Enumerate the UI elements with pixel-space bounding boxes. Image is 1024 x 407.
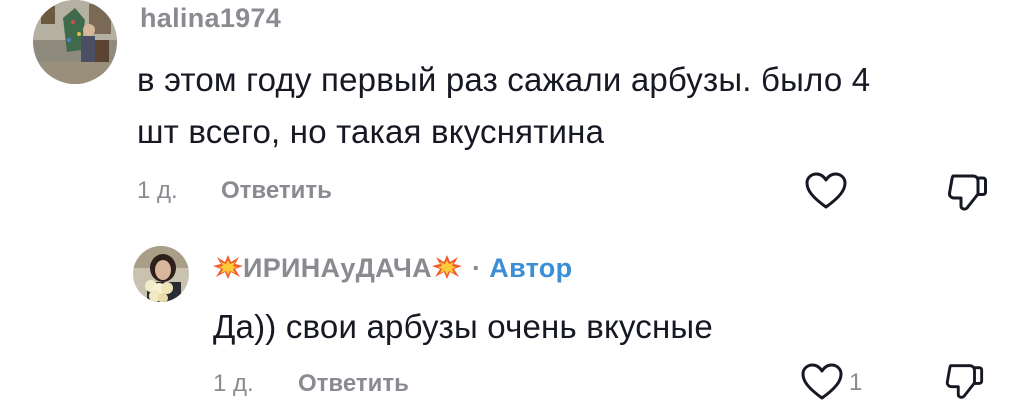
username[interactable]: ИРИНАуДАЧА xyxy=(243,253,432,283)
collision-emoji-icon xyxy=(431,255,462,279)
comment-timestamp: 1 д. xyxy=(213,370,254,397)
thumbs-down-outline-icon xyxy=(945,364,984,399)
dislike-button[interactable] xyxy=(945,170,989,214)
like-button[interactable] xyxy=(800,362,844,402)
dislike-button[interactable] xyxy=(942,360,986,402)
reply-username-row: ИРИНАуДАЧА · Автор xyxy=(213,253,572,284)
like-button[interactable] xyxy=(804,171,848,211)
avatar-photo xyxy=(133,246,189,302)
avatar[interactable] xyxy=(33,0,117,84)
heart-outline-icon xyxy=(801,363,843,400)
author-badge: Автор xyxy=(489,253,573,283)
collision-emoji-icon xyxy=(213,255,243,279)
thumbs-down-outline-icon xyxy=(947,174,987,211)
comment-timestamp: 1 д. xyxy=(137,177,178,204)
separator-dot: · xyxy=(471,253,482,283)
comment-text-line: в этом году первый раз сажали арбузы. бы… xyxy=(137,61,871,98)
comment-text-line: шт всего, но такая вкуснятина xyxy=(137,113,605,150)
reply-button[interactable]: Ответить xyxy=(221,177,332,205)
heart-outline-icon xyxy=(805,172,847,209)
avatar-photo xyxy=(33,0,117,84)
like-count: 1 xyxy=(849,369,863,396)
comment-text: в этом году первый раз сажали арбузы. бы… xyxy=(137,54,977,158)
comment-text: Да)) свои арбузы очень вкусные xyxy=(213,308,713,345)
avatar[interactable] xyxy=(133,246,189,302)
reply-button[interactable]: Ответить xyxy=(298,370,409,398)
username[interactable]: halina1974 xyxy=(140,3,281,34)
